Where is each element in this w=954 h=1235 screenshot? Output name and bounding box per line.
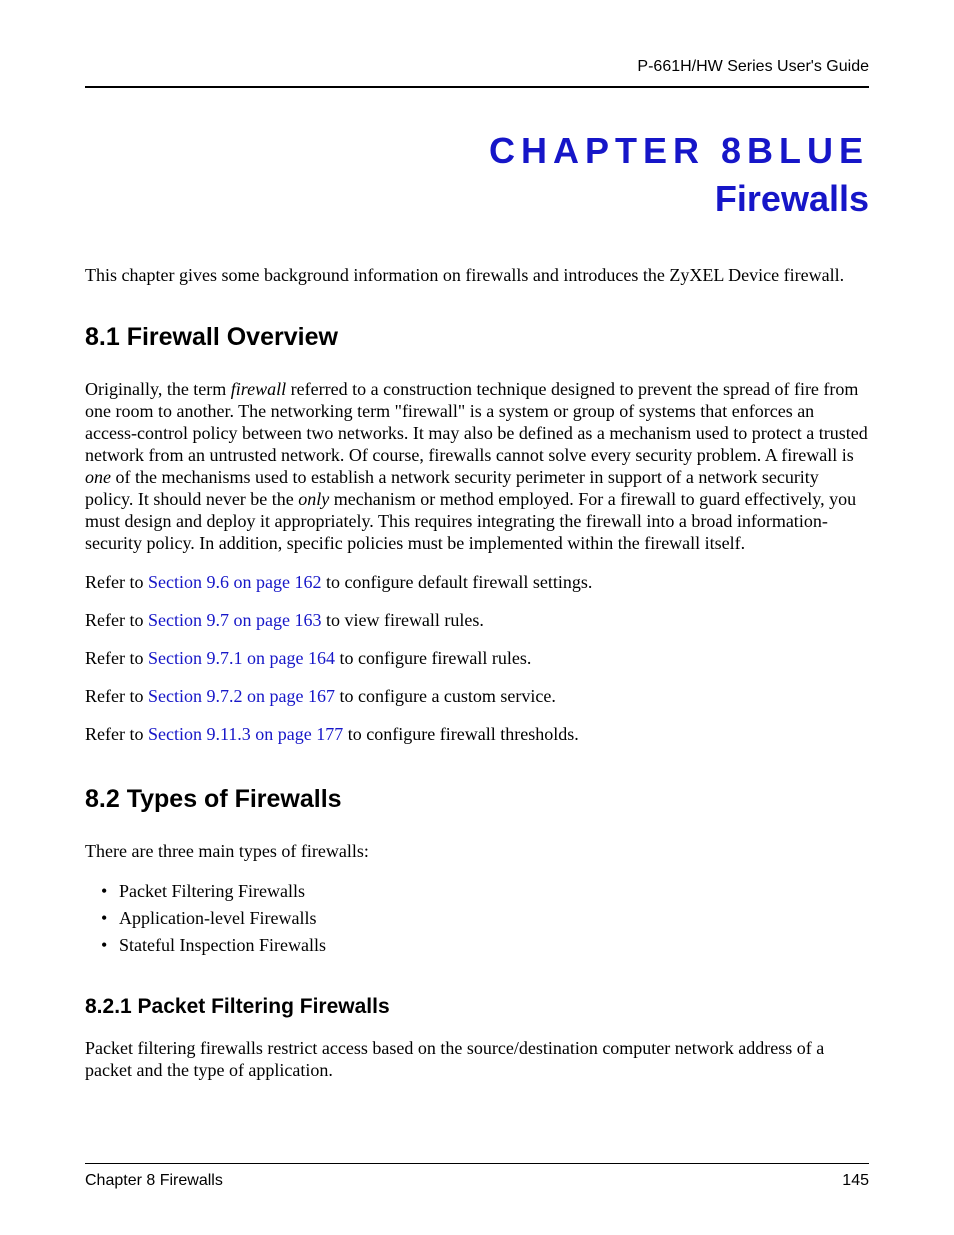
- section-8-2-intro: There are three main types of firewalls:: [85, 840, 869, 862]
- xref-link[interactable]: Section 9.7 on page 163: [148, 610, 321, 630]
- document-page: P-661H/HW Series User's Guide CHAPTER 8B…: [0, 0, 954, 1235]
- chapter-title: Firewalls: [85, 178, 869, 220]
- list-item: Packet Filtering Firewalls: [119, 878, 869, 905]
- chapter-label: CHAPTER 8BLUE: [85, 130, 869, 172]
- page-footer: Chapter 8 Firewalls 145: [85, 1163, 869, 1190]
- ref-line-4: Refer to Section 9.7.2 on page 167 to co…: [85, 685, 869, 707]
- xref-link[interactable]: Section 9.11.3 on page 177: [148, 724, 343, 744]
- ref-line-3: Refer to Section 9.7.1 on page 164 to co…: [85, 647, 869, 669]
- section-8-1-heading: 8.1 Firewall Overview: [85, 323, 869, 352]
- section-8-2-1-paragraph: Packet filtering firewalls restrict acce…: [85, 1037, 869, 1081]
- ref-line-2: Refer to Section 9.7 on page 163 to view…: [85, 609, 869, 631]
- footer-page-number: 145: [842, 1172, 869, 1190]
- list-item: Application-level Firewalls: [119, 905, 869, 932]
- xref-link[interactable]: Section 9.7.2 on page 167: [148, 686, 335, 706]
- list-item: Stateful Inspection Firewalls: [119, 932, 869, 959]
- section-8-1-paragraph: Originally, the term firewall referred t…: [85, 378, 869, 555]
- chapter-heading: CHAPTER 8BLUE Firewalls: [85, 130, 869, 220]
- chapter-intro: This chapter gives some background infor…: [85, 264, 869, 287]
- xref-link[interactable]: Section 9.7.1 on page 164: [148, 648, 335, 668]
- xref-link[interactable]: Section 9.6 on page 162: [148, 572, 321, 592]
- firewall-types-list: Packet Filtering Firewalls Application-l…: [85, 878, 869, 959]
- page-header: P-661H/HW Series User's Guide: [85, 58, 869, 88]
- section-8-2-heading: 8.2 Types of Firewalls: [85, 785, 869, 814]
- ref-line-1: Refer to Section 9.6 on page 162 to conf…: [85, 571, 869, 593]
- guide-title: P-661H/HW Series User's Guide: [637, 58, 869, 75]
- footer-chapter: Chapter 8 Firewalls: [85, 1172, 223, 1190]
- section-8-2-1-heading: 8.2.1 Packet Filtering Firewalls: [85, 995, 869, 1019]
- ref-line-5: Refer to Section 9.11.3 on page 177 to c…: [85, 723, 869, 745]
